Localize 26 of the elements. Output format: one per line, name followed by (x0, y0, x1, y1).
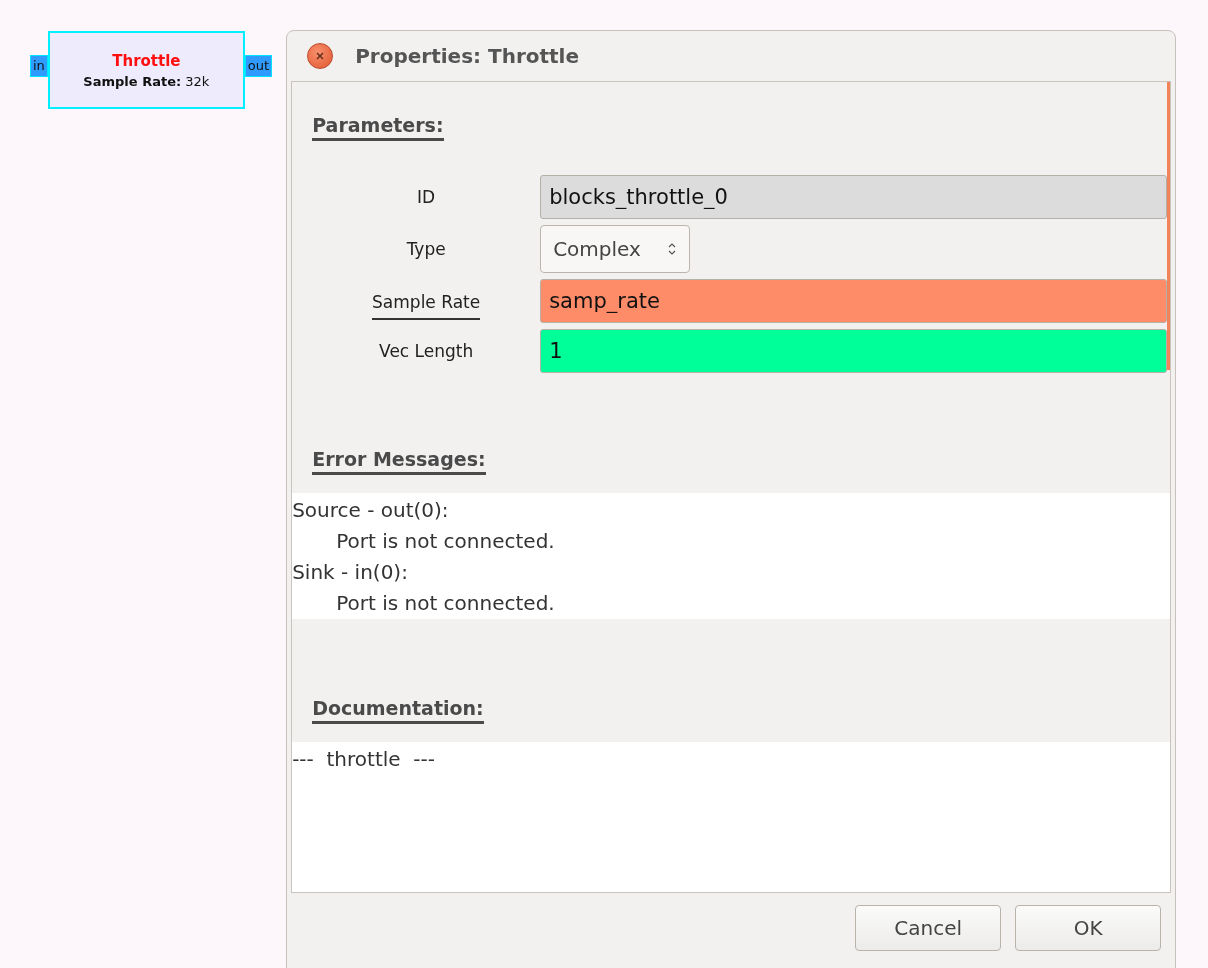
block-title: Throttle (112, 51, 181, 70)
close-icon[interactable] (307, 43, 334, 69)
input-field[interactable]: blocks_throttle_0 (540, 175, 1168, 219)
parameter-label: ID (417, 186, 436, 209)
error-message: Port is not connected. (335, 590, 556, 617)
error-source: Source - out(0): (292, 497, 450, 524)
block-node[interactable]: Throttle Sample Rate: 32k (47, 31, 245, 109)
section-heading: Documentation: (312, 697, 484, 724)
section-heading: Error Messages: (312, 448, 486, 475)
type-dropdown[interactable]: Complex (540, 225, 690, 273)
error-message: Port is not connected. (335, 528, 556, 555)
parameter-label: Sample Rate (372, 282, 481, 320)
window-title: Properties: Throttle (355, 44, 580, 68)
block-parameter: Sample Rate: 32k (83, 73, 210, 89)
section-heading: Parameters: (312, 114, 444, 141)
parameter-label: Vec Length (379, 340, 474, 363)
input-port[interactable]: in (30, 55, 48, 77)
dialog-button[interactable]: OK (1015, 905, 1162, 951)
spinner-arrows-icon (666, 242, 677, 256)
parameter-label: Type (406, 238, 446, 261)
output-port[interactable]: out (244, 55, 273, 77)
input-field[interactable]: samp_rate (540, 279, 1168, 323)
dialog-button[interactable]: Cancel (855, 905, 1002, 951)
error-source: Sink - in(0): (292, 559, 409, 586)
input-field[interactable]: 1 (540, 329, 1168, 373)
documentation-text: --- throttle --- (292, 746, 436, 773)
